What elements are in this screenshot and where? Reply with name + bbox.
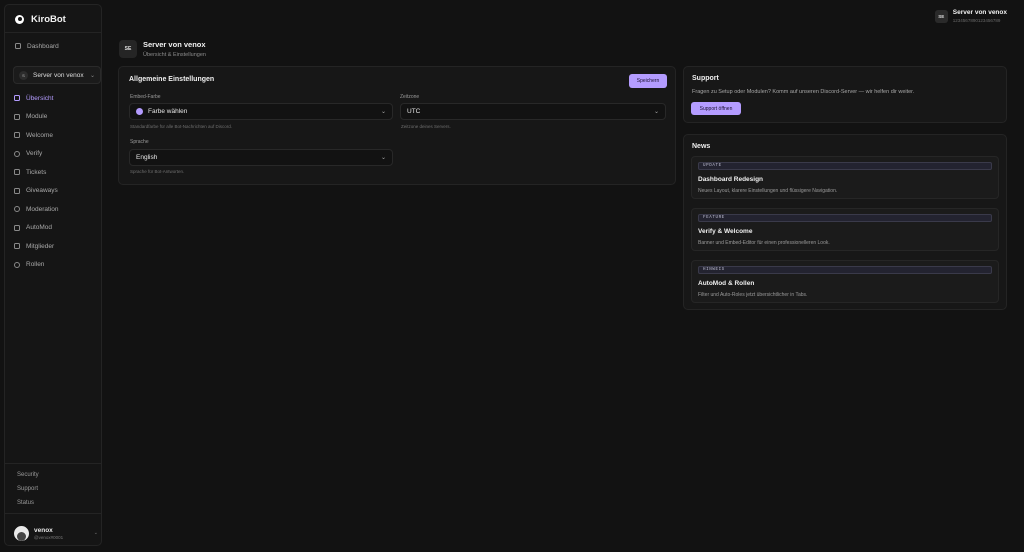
divider	[5, 463, 101, 464]
server-id: 1234567890123456789	[952, 18, 1001, 23]
chevron-down-icon: ⌄	[89, 72, 95, 79]
language-select[interactable]: English ⌄	[129, 149, 393, 166]
news-desc: Banner und Embed-Editor für einen profes…	[698, 240, 830, 246]
support-open-button[interactable]: Support öffnen	[691, 102, 741, 115]
sidebar-item-verify[interactable]: Verify	[14, 149, 42, 159]
divider	[5, 32, 101, 33]
sidebar-item-label: AutoMod	[26, 224, 53, 231]
server-avatar: S	[19, 70, 28, 80]
sidebar-item-label: Giveaways	[26, 187, 58, 194]
chevron-down-icon: ⌄	[380, 109, 386, 115]
welcome-icon	[14, 132, 20, 138]
color-swatch	[136, 108, 143, 115]
kirobot-logo-icon	[15, 15, 24, 24]
language-hint: Sprache für Bot-Antworten.	[130, 169, 185, 174]
roles-icon	[14, 261, 20, 268]
news-desc: Neues Layout, klarere Einstellungen und …	[698, 188, 838, 194]
page-header: SE Server von venox Übersicht & Einstell…	[119, 40, 206, 58]
sidebar-item-label: Mitglieder	[26, 242, 55, 250]
news-item[interactable]: FEATURE Verify & Welcome Banner und Embe…	[691, 208, 999, 251]
news-item[interactable]: UPDATE Dashboard Redesign Neues Layout, …	[691, 156, 999, 199]
sidebar-item-rollen[interactable]: Rollen	[14, 260, 44, 270]
sidebar-item-tickets[interactable]: Tickets	[14, 167, 46, 177]
server-badge: SE	[934, 9, 948, 23]
sidebar-item-dashboard[interactable]: Dashboard	[15, 41, 59, 51]
news-title: Dashboard Redesign	[698, 176, 764, 183]
footer-link-status[interactable]: Status	[17, 500, 34, 506]
embed-color-hint: Standardfarbe für alle Bot-Nachrichten a…	[130, 124, 233, 129]
chevron-down-icon: ⌄	[93, 530, 98, 536]
user-menu[interactable]: venox @venox#0001 ⌄	[14, 524, 98, 542]
news-desc: Filter und Auto-Roles jetzt übersichtlic…	[698, 292, 808, 298]
sidebar-item-label: Module	[26, 113, 48, 120]
card-title: Support	[692, 75, 719, 82]
page-subtitle: Übersicht & Einstellungen	[143, 52, 206, 58]
server-select-label: Server von venox	[33, 71, 84, 79]
sidebar-item-label: Welcome	[26, 131, 53, 139]
timezone-hint: Zeitzone deines Servers.	[401, 124, 451, 129]
sidebar-item-moderation[interactable]: Moderation	[14, 204, 59, 214]
timezone-value: UTC	[407, 108, 421, 115]
news-tag: HINWEIS	[698, 266, 992, 274]
news-card: News UPDATE Dashboard Redesign Neues Lay…	[683, 134, 1007, 310]
support-card: Support Fragen zu Setup oder Modulen? Ko…	[683, 66, 1007, 123]
sidebar-item-module[interactable]: Module	[14, 112, 47, 122]
language-label: Sprache	[130, 139, 149, 145]
sidebar-item-uebersicht[interactable]: Übersicht	[14, 93, 53, 103]
card-title: News	[692, 143, 711, 150]
sidebar-item-label: Übersicht	[26, 94, 54, 102]
dashboard-icon	[15, 43, 21, 49]
news-tag: UPDATE	[698, 162, 992, 170]
news-title: Verify & Welcome	[698, 228, 753, 235]
sidebar-item-label: Moderation	[26, 205, 59, 213]
sidebar-item-automod[interactable]: AutoMod	[14, 223, 52, 233]
sidebar-item-welcome[interactable]: Welcome	[14, 130, 53, 140]
news-title: AutoMod & Rollen	[698, 280, 755, 287]
avatar	[14, 525, 29, 541]
sidebar-item-label: Rollen	[26, 261, 45, 268]
card-title: Allgemeine Einstellungen	[129, 76, 215, 83]
module-icon	[14, 113, 20, 120]
news-tag: FEATURE	[698, 214, 992, 222]
server-select[interactable]: S Server von venox ⌄	[13, 66, 101, 84]
shield-icon	[14, 206, 20, 212]
gift-icon	[14, 187, 20, 194]
sidebar-item-mitglieder[interactable]: Mitglieder	[14, 241, 54, 251]
brand[interactable]: KiroBot	[15, 14, 66, 25]
sidebar-item-label: Tickets	[26, 168, 47, 176]
users-icon	[14, 243, 20, 249]
user-handle: @venox#0001	[34, 534, 64, 540]
language-value: English	[136, 154, 158, 161]
embed-color-value: Farbe wählen	[148, 108, 188, 115]
automod-icon	[14, 224, 20, 231]
divider	[5, 513, 101, 514]
timezone-select[interactable]: UTC ⌄	[400, 103, 666, 120]
chevron-down-icon: ⌄	[380, 155, 386, 161]
news-item[interactable]: HINWEIS AutoMod & Rollen Filter und Auto…	[691, 260, 999, 303]
page-title: Server von venox	[143, 40, 206, 49]
server-badge: SE	[119, 40, 137, 58]
sidebar-item-giveaways[interactable]: Giveaways	[14, 186, 58, 196]
embed-color-select[interactable]: Farbe wählen ⌄	[129, 103, 393, 120]
brand-name: KiroBot	[31, 14, 66, 25]
save-button[interactable]: Speichern	[629, 74, 667, 88]
sidebar-item-label: Verify	[26, 150, 43, 157]
user-name: venox	[34, 526, 53, 534]
chart-icon	[14, 95, 20, 101]
chevron-down-icon: ⌄	[653, 109, 659, 115]
embed-color-label: Embed-Farbe	[130, 94, 161, 100]
settings-card: Allgemeine Einstellungen Speichern Embed…	[118, 66, 676, 185]
footer-link-security[interactable]: Security	[17, 472, 39, 478]
ticket-icon	[14, 169, 20, 175]
server-name: Server von venox	[952, 9, 1007, 16]
sidebar-item-label: Dashboard	[27, 42, 59, 50]
support-text: Fragen zu Setup oder Modulen? Komm auf u…	[692, 89, 915, 95]
verify-icon	[14, 150, 20, 157]
top-server-info[interactable]: SE Server von venox 1234567890123456789	[934, 9, 1007, 23]
sidebar: KiroBot Dashboard S Server von venox ⌄ Ü…	[4, 4, 102, 546]
footer-link-support[interactable]: Support	[17, 486, 38, 492]
timezone-label: Zeitzone	[400, 94, 420, 100]
